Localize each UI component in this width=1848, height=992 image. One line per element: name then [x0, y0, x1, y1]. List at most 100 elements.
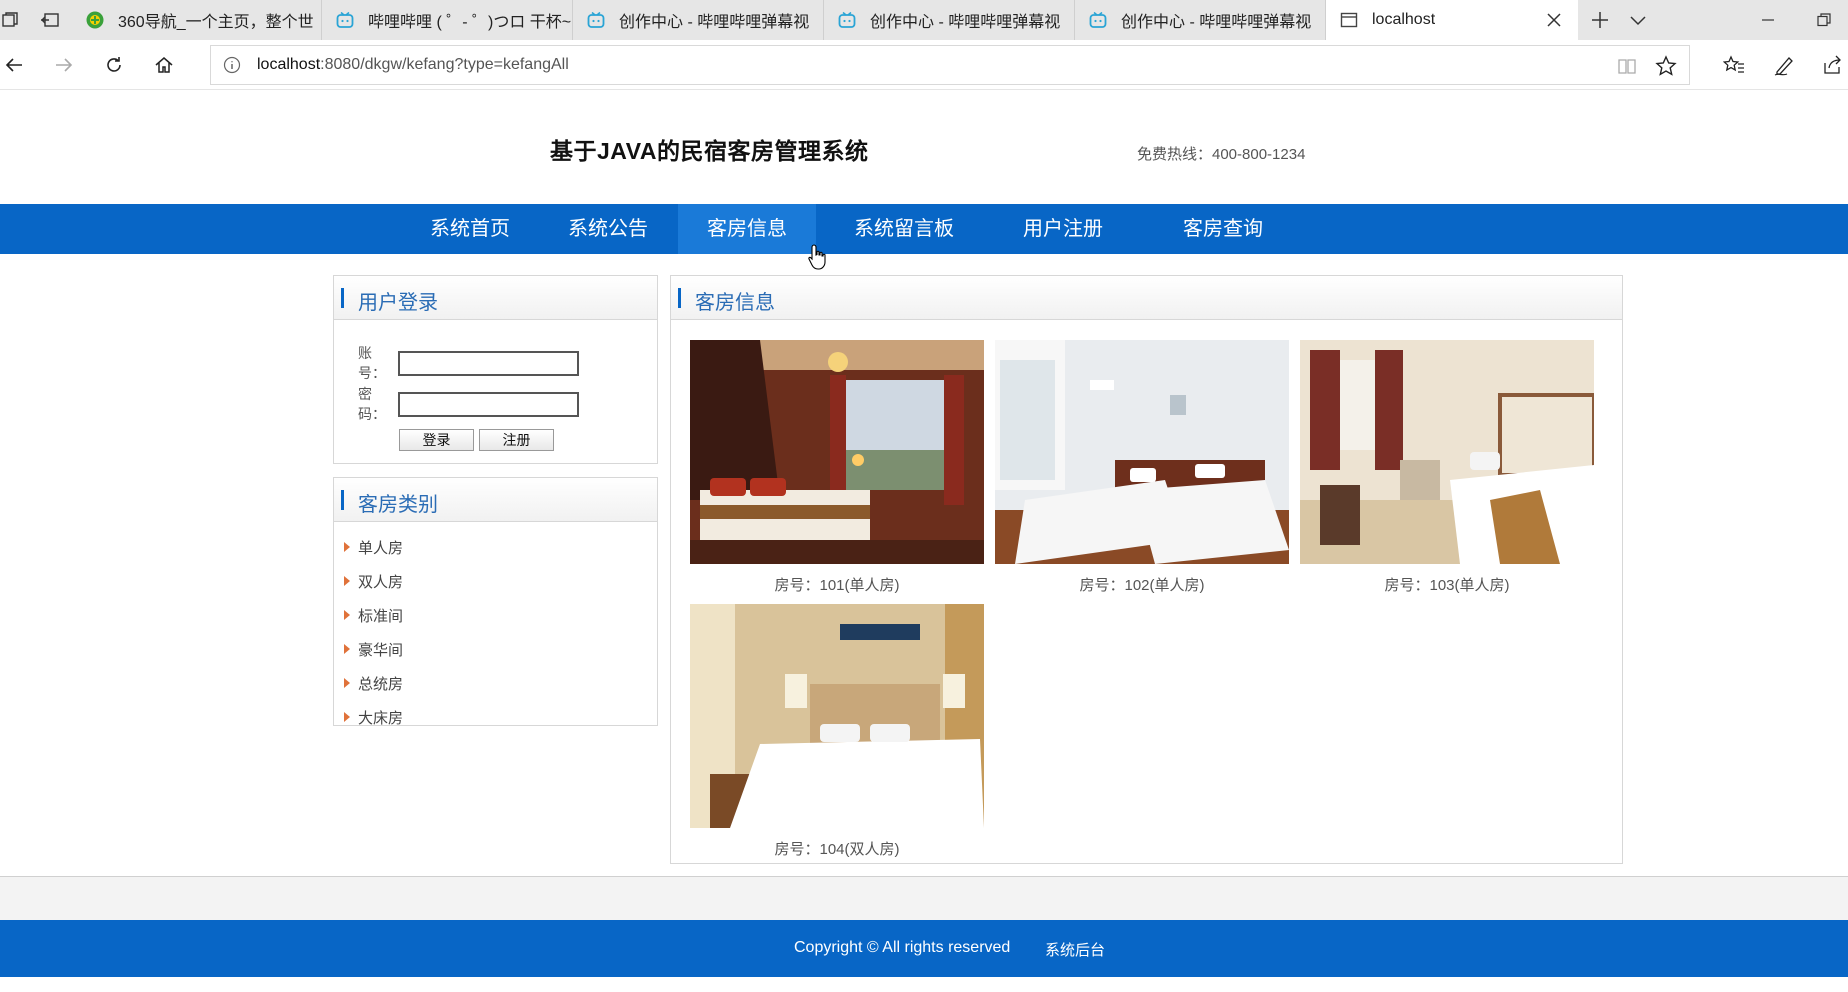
category-label: 标准间 [358, 607, 404, 625]
title-accent-bar [341, 288, 344, 308]
password-input[interactable] [398, 391, 579, 417]
minimize-icon[interactable] [1740, 0, 1796, 40]
category-list: 单人房 双人房 标准间 豪华间 总统房 大床房 [344, 530, 403, 734]
url-text: localhost:8080/dkgw/kefang?type=kefangAl… [257, 56, 569, 74]
room-caption: 房号：104(双人房) [774, 841, 900, 858]
favorites-hub-icon[interactable] [1714, 45, 1754, 85]
tab-creator-center-2[interactable]: 创作中心 - 哔哩哔哩弹幕视 [824, 0, 1075, 40]
hand-cursor-icon [808, 244, 826, 270]
bilibili-tv-icon [336, 11, 354, 28]
room-info-header: 客房信息 [671, 276, 1622, 320]
bilibili-tv-icon [587, 11, 605, 28]
category-item-deluxe[interactable]: 豪华间 [344, 632, 403, 666]
category-item-king[interactable]: 大床房 [344, 700, 403, 734]
tab-bilibili[interactable]: 哔哩哔哩 ( ゜- ゜)つロ 干杯~ [322, 0, 573, 40]
share-icon[interactable] [1812, 45, 1848, 85]
nav-item-user-register[interactable]: 用户注册 [1008, 204, 1118, 254]
url-field[interactable]: localhost:8080/dkgw/kefang?type=kefangAl… [210, 45, 1690, 85]
home-icon[interactable] [144, 45, 184, 85]
category-panel-header: 客房类别 [334, 478, 657, 522]
title-accent-bar [678, 288, 681, 308]
category-item-single[interactable]: 单人房 [344, 530, 403, 564]
nav-item-room-search[interactable]: 客房查询 [1168, 204, 1278, 254]
login-panel-title: 用户登录 [358, 292, 438, 314]
browser-address-bar: localhost:8080/dkgw/kefang?type=kefangAl… [0, 40, 1848, 90]
category-item-presidential[interactable]: 总统房 [344, 666, 403, 700]
reading-view-icon[interactable] [1617, 56, 1637, 76]
tab-title: 创作中心 - 哔哩哔哩弹幕视 [619, 14, 810, 31]
nav-item-announcements[interactable]: 系统公告 [548, 204, 668, 254]
admin-link[interactable]: 系统后台 [1045, 939, 1105, 960]
url-host: localhost [257, 56, 321, 73]
room-caption: 房号：102(单人房) [1079, 577, 1205, 594]
browser-tab-bar: 360导航_一个主页，整个世 哔哩哔哩 ( ゜- ゜)つロ 干杯~ 创作中心 -… [0, 0, 1848, 40]
arrow-icon [344, 576, 350, 586]
arrow-icon [344, 610, 350, 620]
tab-title: 360导航_一个主页，整个世 [118, 14, 314, 31]
favorite-star-icon[interactable] [1655, 55, 1677, 77]
room-card-104[interactable]: 房号：104(双人房) [690, 604, 984, 859]
room-photo[interactable] [690, 340, 984, 564]
copyright-text: Copyright © All rights reserved [794, 939, 1011, 956]
site-info-icon[interactable] [223, 56, 241, 74]
refresh-icon[interactable] [94, 45, 134, 85]
room-photo[interactable] [995, 340, 1289, 564]
site-footer: Copyright © All rights reserved 系统后台 [0, 920, 1848, 977]
room-caption: 房号：101(单人房) [774, 577, 900, 594]
tab-360-nav[interactable]: 360导航_一个主页，整个世 [72, 0, 322, 40]
login-button[interactable]: 登录 [399, 429, 474, 451]
url-path: :8080/dkgw/kefang?type=kefangAll [320, 56, 569, 73]
back-icon[interactable] [0, 45, 34, 85]
room-photo[interactable] [690, 604, 984, 828]
login-panel: 用户登录 账号： 密码： 登录 注册 [333, 275, 658, 464]
password-label: 密码： [358, 386, 386, 422]
account-input[interactable] [398, 350, 579, 376]
tab-title: 创作中心 - 哔哩哔哩弹幕视 [1121, 14, 1312, 31]
page-bottom [0, 977, 1848, 992]
room-card-102[interactable]: 房号：102(单人房) [995, 340, 1289, 595]
restore-icon[interactable] [1796, 0, 1848, 40]
login-panel-header: 用户登录 [334, 276, 657, 320]
category-label: 单人房 [358, 539, 404, 557]
category-label: 大床房 [358, 709, 404, 727]
category-item-standard[interactable]: 标准间 [344, 598, 403, 632]
360-logo-icon [86, 11, 104, 29]
tab-creator-center-1[interactable]: 创作中心 - 哔哩哔哩弹幕视 [573, 0, 824, 40]
arrow-icon [344, 644, 350, 654]
hotline-text: 免费热线：400-800-1234 [1137, 146, 1306, 163]
web-note-pen-icon[interactable] [1764, 45, 1804, 85]
room-info-panel: 客房信息 房号：101(单人房) 房号：102(单人房) 房号：103(单人房)… [670, 275, 1623, 864]
register-button[interactable]: 注册 [479, 429, 554, 451]
room-card-103[interactable]: 房号：103(单人房) [1300, 340, 1594, 595]
close-tab-icon[interactable] [1544, 10, 1564, 30]
tab-title: 创作中心 - 哔哩哔哩弹幕视 [870, 14, 1061, 31]
category-panel-title: 客房类别 [358, 494, 438, 516]
site-title: 基于JAVA的民宿客房管理系统 [550, 138, 869, 164]
new-tab-icon[interactable] [1580, 0, 1620, 40]
arrow-icon [344, 542, 350, 552]
main-navigation: 系统首页 系统公告 客房信息 系统留言板 用户注册 客房查询 [0, 204, 1848, 254]
category-label: 总统房 [358, 675, 404, 693]
room-category-panel: 客房类别 单人房 双人房 标准间 豪华间 总统房 大床房 [333, 477, 658, 727]
forward-icon[interactable] [44, 45, 84, 85]
tab-preview-chevron-icon[interactable] [1618, 0, 1658, 40]
room-card-101[interactable]: 房号：101(单人房) [690, 340, 984, 595]
set-aside-tabs-icon[interactable] [30, 0, 70, 40]
room-info-title: 客房信息 [695, 292, 775, 314]
room-photo[interactable] [1300, 340, 1594, 564]
category-item-double[interactable]: 双人房 [344, 564, 403, 598]
tab-manager-icon[interactable] [0, 0, 30, 40]
nav-item-home[interactable]: 系统首页 [408, 204, 532, 254]
tab-title: localhost [1372, 11, 1436, 28]
room-caption: 房号：103(单人房) [1384, 577, 1510, 594]
nav-item-message-board[interactable]: 系统留言板 [836, 204, 972, 254]
page-icon [1340, 12, 1358, 28]
tab-localhost[interactable]: localhost [1326, 0, 1578, 40]
category-label: 双人房 [358, 573, 404, 591]
arrow-icon [344, 712, 350, 722]
password-row: 密码： [358, 384, 579, 424]
nav-item-room-info[interactable]: 客房信息 [678, 204, 816, 254]
tab-creator-center-3[interactable]: 创作中心 - 哔哩哔哩弹幕视 [1075, 0, 1326, 40]
account-label: 账号： [358, 345, 386, 381]
footer-spacer [0, 877, 1848, 920]
